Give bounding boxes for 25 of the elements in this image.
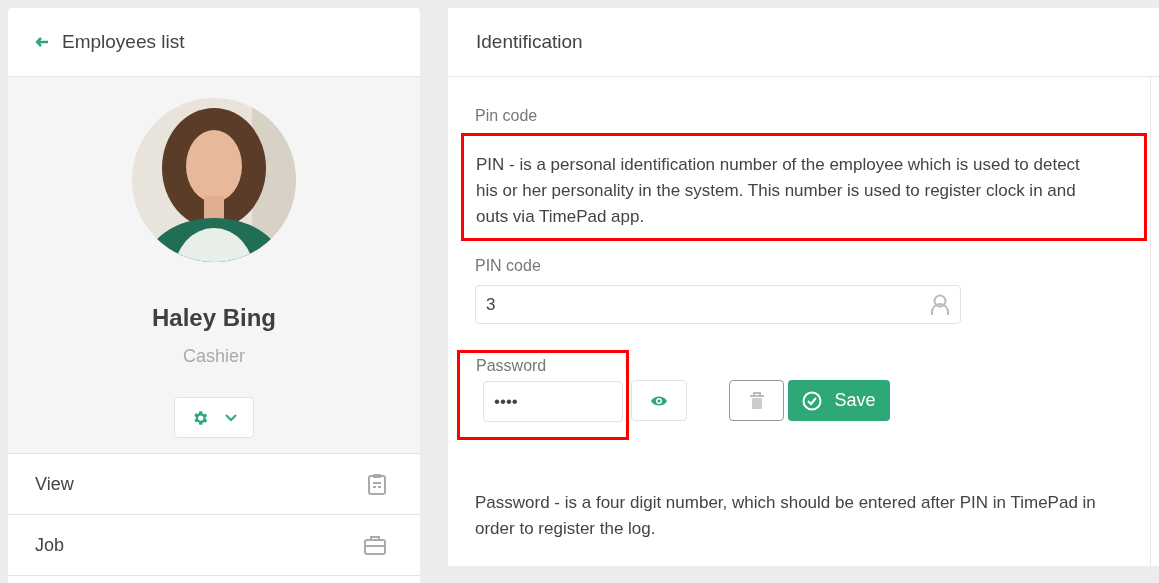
back-arrow-icon[interactable] xyxy=(36,37,48,47)
password-description: Password - is a four digit number, which should be entered after PIN in TimePad in order to register the log. xyxy=(475,492,1097,540)
pin-code-field[interactable]: 3 xyxy=(475,285,961,324)
delete-button[interactable] xyxy=(729,380,784,421)
trash-icon xyxy=(748,391,765,410)
menu-item[interactable]: Job xyxy=(8,515,420,576)
menu-item[interactable]: View xyxy=(8,454,420,515)
settings-dropdown-button[interactable] xyxy=(174,397,254,438)
field-label: Password xyxy=(476,357,548,375)
employee-role: Cashier xyxy=(183,346,245,367)
check-circle-icon xyxy=(802,390,823,411)
pin-description: PIN - is a personal identification number of the employee which is used to detect his or her personality in the system. This number is used to register clock in and outs via TimePad app. xyxy=(475,154,1081,228)
field-label: Pin code xyxy=(475,107,539,125)
show-password-button[interactable] xyxy=(631,380,687,421)
password-field[interactable]: •••• xyxy=(483,381,623,422)
chevron-down-icon xyxy=(225,413,237,422)
clipboard-icon xyxy=(368,473,386,495)
briefcase-icon xyxy=(364,535,386,555)
field-label: PIN code xyxy=(475,257,542,275)
user-icon xyxy=(930,293,950,316)
employee-name: Haley Bing xyxy=(152,304,276,332)
back-link[interactable]: Employees list xyxy=(62,31,185,53)
settings-icon xyxy=(191,408,209,427)
section-title: Identification xyxy=(476,31,583,53)
eye-icon xyxy=(650,394,668,407)
